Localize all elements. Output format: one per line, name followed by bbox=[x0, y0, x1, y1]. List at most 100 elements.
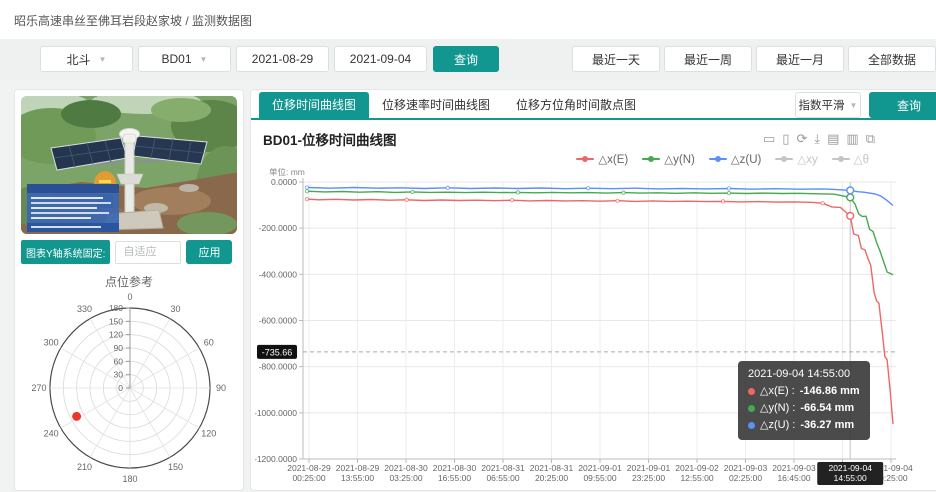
tab-0[interactable]: 位移时间曲线图 bbox=[259, 92, 369, 118]
legend-item-4[interactable]: △θ bbox=[832, 152, 869, 166]
y-axis-mode-input[interactable] bbox=[115, 241, 181, 264]
svg-text:2021-08-31: 2021-08-31 bbox=[530, 463, 574, 473]
chart-toolbox: ▭ ▯ ⟳ ⤓ ▤ ▥ ⧉ bbox=[763, 132, 875, 146]
svg-text:120: 120 bbox=[201, 429, 216, 439]
legend-item-3[interactable]: △xy bbox=[775, 152, 817, 166]
svg-text:2021-08-29: 2021-08-29 bbox=[287, 463, 331, 473]
chart-tabs: 位移时间曲线图位移速率时间曲线图位移方位角时间散点图 bbox=[259, 92, 649, 118]
svg-text:02:25:00: 02:25:00 bbox=[729, 473, 762, 483]
svg-text:20:25:00: 20:25:00 bbox=[535, 473, 568, 483]
end-date-value: 2021-09-04 bbox=[350, 52, 411, 66]
svg-text:14:55:00: 14:55:00 bbox=[834, 473, 867, 483]
legend-marker-icon bbox=[642, 158, 660, 160]
svg-text:300: 300 bbox=[44, 338, 59, 348]
svg-text:0: 0 bbox=[127, 292, 132, 302]
tab-1[interactable]: 位移速率时间曲线图 bbox=[369, 92, 503, 118]
chevron-down-icon: ▼ bbox=[99, 55, 107, 64]
legend-marker-icon bbox=[576, 158, 594, 160]
svg-text:03:25:00: 03:25:00 bbox=[389, 473, 422, 483]
svg-text:210: 210 bbox=[77, 462, 92, 472]
device-type-value: 北斗 bbox=[67, 51, 91, 68]
legend-item-2[interactable]: △z(U) bbox=[709, 152, 762, 166]
svg-text:60: 60 bbox=[204, 338, 214, 348]
svg-text:-200.0000: -200.0000 bbox=[259, 223, 298, 233]
download-icon[interactable]: ⤓ bbox=[814, 132, 820, 146]
start-date-input[interactable]: 2021-08-29 bbox=[236, 46, 329, 72]
chart-legend: △x(E) △y(N) △z(U) △xy △θ bbox=[251, 150, 936, 167]
svg-text:2021-09-01: 2021-09-01 bbox=[578, 463, 622, 473]
svg-text:单位: mm: 单位: mm bbox=[269, 168, 305, 177]
station-panel: 图表Y轴系统固定: 应用 点位参考 0306090120150180210240… bbox=[14, 89, 244, 491]
svg-text:-1200.0000: -1200.0000 bbox=[255, 454, 297, 464]
svg-text:2021-08-30: 2021-08-30 bbox=[384, 463, 428, 473]
displacement-time-chart[interactable]: 2021-08-2900:25:002021-08-2913:55:002021… bbox=[255, 168, 923, 491]
quick-range-button-3[interactable]: 全部数据 bbox=[848, 46, 936, 72]
svg-text:0.0000: 0.0000 bbox=[271, 177, 297, 187]
point-reference-title: 点位参考 bbox=[15, 273, 243, 290]
chart-switch-icon[interactable]: ▥ bbox=[846, 132, 858, 146]
svg-text:120: 120 bbox=[109, 330, 123, 340]
legend-marker-icon bbox=[832, 158, 850, 160]
svg-text:2021-09-01: 2021-09-01 bbox=[627, 463, 671, 473]
axis-pointer-label: 2021-09-0414:55:00 bbox=[817, 462, 883, 485]
smoothing-value: 指数平滑 bbox=[799, 97, 845, 113]
station-select[interactable]: BD01 ▼ bbox=[138, 46, 231, 72]
device-type-select[interactable]: 北斗 ▼ bbox=[40, 46, 133, 72]
svg-text:270: 270 bbox=[31, 383, 46, 393]
chart-title: BD01-位移时间曲线图 bbox=[263, 129, 397, 149]
svg-text:-400.0000: -400.0000 bbox=[259, 269, 298, 279]
chevron-down-icon: ▼ bbox=[200, 55, 208, 64]
tab-2[interactable]: 位移方位角时间散点图 bbox=[503, 92, 649, 118]
svg-text:2021-09-02: 2021-09-02 bbox=[675, 463, 719, 473]
station-photo-image bbox=[21, 96, 237, 234]
svg-text:90: 90 bbox=[216, 383, 226, 393]
top-toolbar: 北斗 ▼ BD01 ▼ 2021-08-29 2021-09-04 查询 最近一… bbox=[0, 39, 936, 79]
svg-text:2021-08-29: 2021-08-29 bbox=[336, 463, 380, 473]
svg-text:2021-09-03: 2021-09-03 bbox=[724, 463, 768, 473]
y-axis-fix-label: 图表Y轴系统固定: bbox=[21, 240, 110, 264]
svg-text:-600.0000: -600.0000 bbox=[259, 316, 298, 326]
chart-query-button[interactable]: 查询 bbox=[869, 92, 936, 118]
station-photo bbox=[21, 96, 237, 234]
svg-text:180: 180 bbox=[122, 474, 137, 484]
point-reference-polar-chart: 0306090120150180210240270300330030609012… bbox=[18, 292, 240, 491]
quick-range-button-2[interactable]: 最近一月 bbox=[756, 46, 844, 72]
data-view-icon[interactable]: ▤ bbox=[827, 132, 839, 146]
quick-range-group: 最近一天最近一周最近一月全部数据 bbox=[572, 46, 936, 72]
svg-text:-735.66: -735.66 bbox=[262, 347, 293, 357]
svg-text:13:55:00: 13:55:00 bbox=[341, 473, 374, 483]
svg-text:180: 180 bbox=[109, 303, 123, 313]
quick-range-button-0[interactable]: 最近一天 bbox=[572, 46, 660, 72]
svg-text:2021-08-31: 2021-08-31 bbox=[481, 463, 525, 473]
end-date-input[interactable]: 2021-09-04 bbox=[334, 46, 427, 72]
legend-item-0[interactable]: △x(E) bbox=[576, 152, 628, 166]
zoom-reset-icon[interactable]: ▯ bbox=[782, 132, 789, 146]
svg-text:-1000.0000: -1000.0000 bbox=[255, 408, 297, 418]
quick-range-button-1[interactable]: 最近一周 bbox=[664, 46, 752, 72]
series-line-0 bbox=[305, 197, 893, 424]
chart-area: 2021-08-2900:25:002021-08-2913:55:002021… bbox=[255, 168, 936, 491]
stack-switch-icon[interactable]: ⧉ bbox=[866, 132, 875, 146]
svg-text:60: 60 bbox=[114, 356, 124, 366]
station-value: BD01 bbox=[162, 52, 192, 66]
svg-text:16:45:00: 16:45:00 bbox=[777, 473, 810, 483]
polar-data-point bbox=[72, 412, 81, 421]
query-button[interactable]: 查询 bbox=[433, 46, 499, 72]
chart-panel: 位移时间曲线图位移速率时间曲线图位移方位角时间散点图 指数平滑 ▼ 查询 BD0… bbox=[250, 89, 936, 491]
breadcrumb: 昭乐高速串丝至佛耳岩段赵家坡 / 监测数据图 bbox=[0, 0, 936, 39]
y-axis-fix-row: 图表Y轴系统固定: 应用 bbox=[21, 240, 237, 264]
svg-text:00:25:00: 00:25:00 bbox=[292, 473, 325, 483]
svg-text:90: 90 bbox=[114, 343, 124, 353]
start-date-value: 2021-08-29 bbox=[252, 52, 313, 66]
legend-item-1[interactable]: △y(N) bbox=[642, 152, 695, 166]
restore-icon[interactable]: ⟳ bbox=[796, 132, 807, 146]
smoothing-select[interactable]: 指数平滑 ▼ bbox=[795, 92, 861, 118]
svg-text:30: 30 bbox=[114, 370, 124, 380]
content: 图表Y轴系统固定: 应用 点位参考 0306090120150180210240… bbox=[14, 89, 936, 491]
svg-text:12:55:00: 12:55:00 bbox=[680, 473, 713, 483]
apply-button[interactable]: 应用 bbox=[186, 240, 232, 264]
zoom-select-icon[interactable]: ▭ bbox=[763, 132, 775, 146]
mark-line-label: -735.66 bbox=[257, 345, 297, 359]
chart-tab-bar: 位移时间曲线图位移速率时间曲线图位移方位角时间散点图 指数平滑 ▼ 查询 bbox=[251, 90, 936, 120]
svg-text:16:55:00: 16:55:00 bbox=[438, 473, 471, 483]
